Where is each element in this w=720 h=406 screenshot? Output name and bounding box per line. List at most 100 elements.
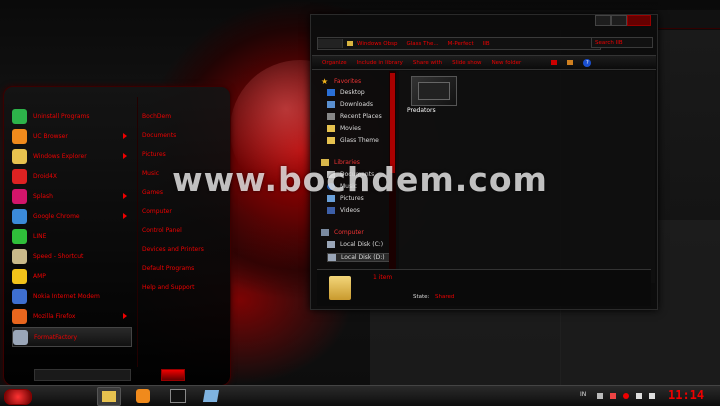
- folder-icon: [347, 41, 353, 46]
- folder-icon: [102, 391, 116, 402]
- start-menu-divider: [137, 97, 138, 367]
- file-thumbnail: [411, 76, 457, 106]
- uc-browser-icon: [12, 128, 27, 144]
- breadcrumb-2[interactable]: Glass The...: [406, 41, 438, 47]
- view-icon[interactable]: [551, 60, 558, 65]
- maximize-button[interactable]: [611, 15, 627, 26]
- start-search-input[interactable]: [34, 369, 131, 381]
- preview-pane-icon[interactable]: [567, 60, 574, 65]
- start-program-item[interactable]: FormatFactory: [12, 327, 132, 347]
- chevron-right-icon: [123, 313, 130, 319]
- program-label: UC Browser: [33, 132, 68, 140]
- firefox-icon: [12, 308, 27, 324]
- start-program-item[interactable]: LINE: [12, 227, 130, 245]
- start-program-item[interactable]: Google Chrome: [12, 207, 130, 225]
- nav-desktop[interactable]: Desktop: [327, 89, 365, 96]
- new-folder-button[interactable]: New folder: [492, 60, 522, 66]
- taskbar-uc-browser-button[interactable]: [132, 387, 154, 404]
- tray-icon[interactable]: [597, 393, 603, 399]
- help-icon[interactable]: ?: [583, 58, 592, 67]
- start-place-item[interactable]: Control Panel: [142, 227, 182, 234]
- breadcrumb-3[interactable]: M-Perfect: [448, 41, 474, 47]
- program-label: Windows Explorer: [33, 152, 87, 160]
- amp-icon: [12, 268, 27, 284]
- start-program-item[interactable]: Uninstall Programs: [12, 107, 130, 125]
- drive-icon: [327, 241, 335, 248]
- volume-icon[interactable]: [649, 393, 655, 399]
- format-factory-icon: [13, 329, 28, 345]
- language-indicator[interactable]: IN: [580, 391, 586, 398]
- tray-icon[interactable]: [623, 393, 629, 399]
- start-program-item[interactable]: AMP: [12, 267, 130, 285]
- modem-icon: [12, 288, 27, 304]
- program-label: Google Chrome: [33, 212, 80, 220]
- taskbar-paper-button[interactable]: [200, 387, 222, 404]
- computer-icon: [321, 229, 329, 236]
- start-program-item[interactable]: Nokia Internet Modem: [12, 287, 130, 305]
- chevron-right-icon: [123, 133, 130, 139]
- downloads-icon: [327, 101, 335, 108]
- search-input[interactable]: Search IIB: [591, 37, 653, 48]
- breadcrumb-4[interactable]: IIB: [483, 41, 490, 47]
- start-button[interactable]: [4, 389, 32, 405]
- back-forward-buttons[interactable]: [318, 39, 343, 48]
- file-name: Predators: [407, 107, 436, 114]
- program-label: Mozilla Firefox: [33, 312, 76, 320]
- chevron-right-icon: [123, 213, 130, 219]
- uninstall-icon: [12, 108, 27, 124]
- nav-local-disk-c[interactable]: Local Disk (C:): [327, 241, 383, 248]
- nav-movies[interactable]: Movies: [327, 125, 361, 132]
- minimize-button[interactable]: [595, 15, 611, 26]
- star-icon: ★: [321, 77, 329, 86]
- program-label: Speed - Shortcut: [33, 252, 84, 260]
- nav-computer[interactable]: Computer: [321, 229, 364, 236]
- program-label: LINE: [33, 232, 47, 240]
- clock[interactable]: 11:14: [668, 388, 704, 402]
- window-controls: [595, 15, 651, 26]
- state-value: Shared: [435, 294, 455, 300]
- address-bar[interactable]: Windows Obsp Glass The... M-Perfect IIB: [317, 37, 601, 50]
- start-place-item[interactable]: BochDem: [142, 113, 171, 120]
- slide-show-button[interactable]: Slide show: [452, 60, 481, 66]
- taskbar-explorer-button[interactable]: [97, 387, 121, 406]
- nav-glass-theme[interactable]: Glass Theme: [327, 137, 379, 144]
- folder-icon: [327, 125, 335, 132]
- start-place-item[interactable]: Devices and Printers: [142, 246, 204, 253]
- nav-local-disk-d[interactable]: Local Disk (D:): [327, 253, 390, 262]
- start-program-item[interactable]: Speed - Shortcut: [12, 247, 130, 265]
- breadcrumb-1[interactable]: Windows Obsp: [357, 41, 397, 47]
- program-label: Uninstall Programs: [33, 112, 90, 120]
- nav-favorites[interactable]: ★ Favorites: [321, 77, 361, 86]
- share-with-button[interactable]: Share with: [413, 60, 442, 66]
- command-bar: Organize Include in library Share with S…: [312, 55, 656, 70]
- start-place-item[interactable]: Pictures: [142, 151, 166, 158]
- start-place-item[interactable]: Default Programs: [142, 265, 194, 272]
- recent-places-icon: [327, 113, 335, 120]
- details-pane: 1 item State: Shared: [317, 269, 651, 306]
- shutdown-button[interactable]: [161, 369, 185, 381]
- start-place-item[interactable]: Help and Support: [142, 284, 195, 291]
- network-icon[interactable]: [636, 393, 642, 399]
- tray-icon[interactable]: [610, 393, 616, 399]
- line-icon: [12, 228, 27, 244]
- watermark: www.bochdem.com: [172, 160, 548, 199]
- start-program-item[interactable]: UC Browser: [12, 127, 130, 145]
- scrollbar-thumb[interactable]: [390, 73, 395, 173]
- include-in-library-button[interactable]: Include in library: [357, 60, 403, 66]
- organize-button[interactable]: Organize: [322, 60, 347, 66]
- start-place-item[interactable]: Documents: [142, 132, 176, 139]
- paper-icon: [202, 389, 220, 402]
- taskbar-terminal-button[interactable]: [167, 387, 189, 404]
- start-place-item[interactable]: Computer: [142, 208, 172, 215]
- videos-icon: [327, 207, 335, 214]
- state-label: State:: [413, 294, 430, 300]
- nav-videos[interactable]: Videos: [327, 207, 360, 214]
- file-item-predators[interactable]: Predators: [399, 71, 469, 121]
- program-label: FormatFactory: [34, 333, 78, 341]
- close-button[interactable]: [627, 15, 651, 26]
- item-count: 1 item: [373, 274, 393, 281]
- nav-downloads[interactable]: Downloads: [327, 101, 373, 108]
- start-program-item[interactable]: Mozilla Firefox: [12, 307, 130, 325]
- nav-recent-places[interactable]: Recent Places: [327, 113, 382, 120]
- chrome-icon: [12, 208, 27, 224]
